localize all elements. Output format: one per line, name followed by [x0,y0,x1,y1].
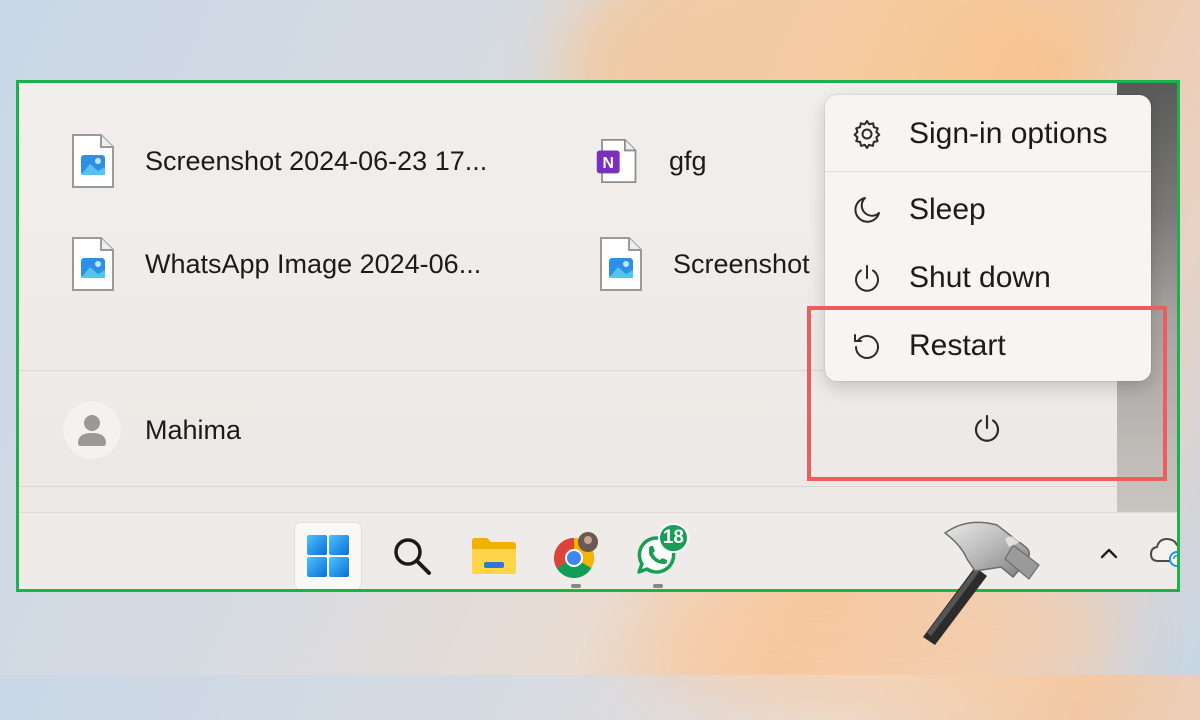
menu-item-label: Shut down [909,261,1051,294]
recent-file-label: gfg [669,145,707,176]
notification-badge: 18 [657,523,689,553]
recent-file-label: Screenshot 2024-06-23 17... [145,145,488,176]
recent-file-item[interactable]: WhatsApp Image 2024-06... [71,234,481,294]
restart-highlight-box [807,306,1167,481]
chrome-icon [554,532,598,578]
image-file-icon [71,236,115,292]
menu-item-label: Sleep [909,193,986,226]
windows-logo-icon [307,535,349,577]
search-button[interactable] [379,523,445,589]
image-file-icon [599,236,643,292]
recent-file-item[interactable]: Screenshot [599,234,810,294]
cloud-sync-icon [1149,537,1177,567]
recent-file-item[interactable]: Screenshot 2024-06-23 17... [71,131,487,191]
running-indicator [571,584,581,588]
chrome-button[interactable] [543,523,609,589]
file-explorer-button[interactable] [461,523,527,589]
recent-file-label: WhatsApp Image 2024-06... [145,248,482,279]
svg-text:N: N [602,155,613,172]
onedrive-tray-icon[interactable] [1149,531,1177,571]
menu-item-sleep[interactable]: Sleep [825,179,1151,241]
user-name: Mahima [145,414,242,445]
gear-icon [849,116,885,152]
whatsapp-button[interactable]: 18 [625,523,691,589]
menu-item-label: Sign-in options [909,117,1108,150]
power-icon [849,260,885,296]
avatar [63,401,121,459]
recent-file-item[interactable]: N gfg [595,131,707,191]
menu-item-sign-in-options[interactable]: Sign-in options [825,103,1151,165]
menu-item-shut-down[interactable]: Shut down [825,247,1151,309]
hammer-logo-icon [923,521,1040,645]
search-icon [394,538,431,575]
user-account-button[interactable]: Mahima [63,401,241,459]
menu-separator [825,171,1151,172]
image-file-icon [71,133,115,189]
moon-icon [849,192,885,228]
onenote-icon: N [595,133,639,189]
start-button[interactable] [295,523,361,589]
show-hidden-icons-button[interactable] [1092,537,1126,571]
folder-icon [472,538,516,574]
chevron-up-icon [1100,548,1118,559]
recent-file-label: Screenshot [673,248,810,279]
running-indicator [653,584,663,588]
